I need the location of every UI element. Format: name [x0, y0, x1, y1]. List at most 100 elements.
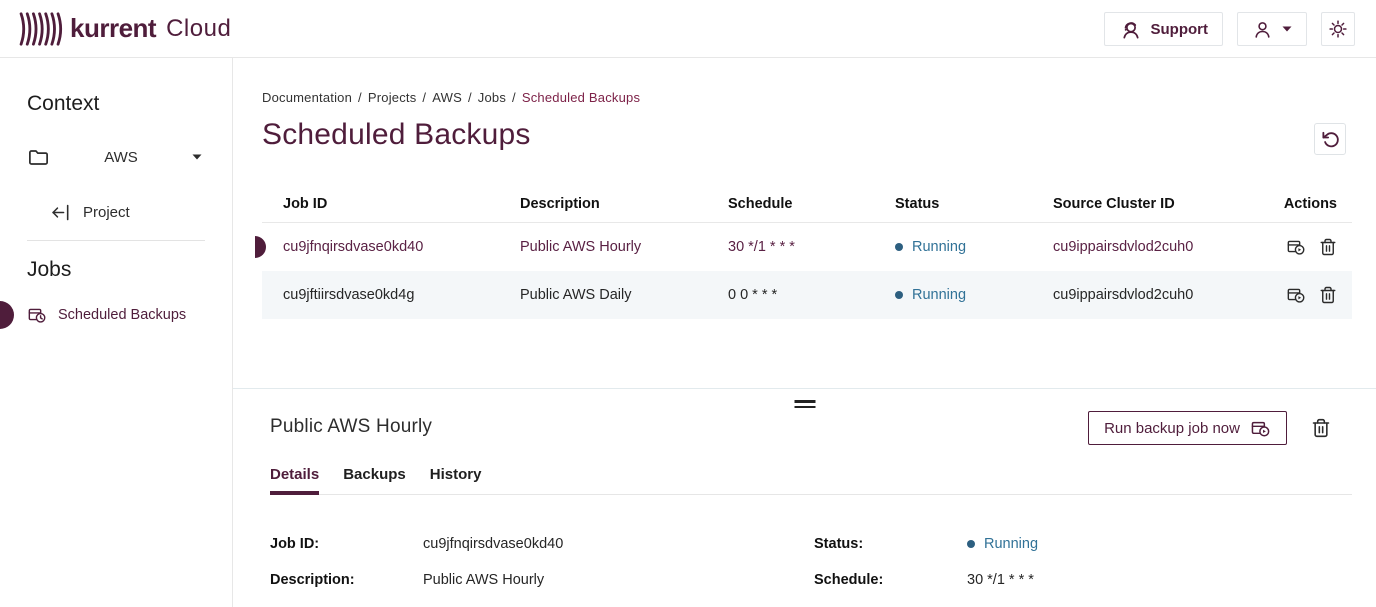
trash-icon: [1319, 238, 1337, 256]
cell-status: Running: [895, 287, 1053, 303]
table-row[interactable]: cu9jftiirsdvase0kd4g Public AWS Daily 0 …: [262, 271, 1352, 319]
status-badge: Running: [912, 287, 966, 303]
tab-history[interactable]: History: [430, 466, 482, 494]
sidebar: Context AWS Project Jobs: [0, 58, 233, 607]
schedule-label: Schedule:: [814, 572, 967, 588]
cell-job-id: cu9jftiirsdvase0kd4g: [262, 287, 520, 303]
main-content: Documentation / Projects / AWS / Jobs / …: [233, 58, 1376, 607]
breadcrumb-separator: /: [512, 90, 516, 105]
trash-icon: [1319, 286, 1337, 304]
theme-toggle-button[interactable]: [1321, 12, 1355, 46]
job-id-label: Job ID:: [270, 536, 423, 552]
delete-job-button[interactable]: [1319, 238, 1337, 256]
user-icon: [1252, 19, 1273, 40]
status-value: Running: [967, 536, 1352, 552]
delete-job-button[interactable]: [1311, 418, 1331, 438]
detail-fields: Job ID: cu9jfnqirsdvase0kd40 Status: Run…: [270, 536, 1352, 588]
table-header-row: Job ID Description Schedule Status Sourc…: [262, 185, 1352, 223]
rotate-ccw-icon: [1321, 130, 1340, 149]
cell-status: Running: [895, 239, 1053, 255]
sound-waves-icon: [18, 11, 64, 47]
table-row[interactable]: cu9jfnqirsdvase0kd40 Public AWS Hourly 3…: [262, 223, 1352, 271]
column-header-schedule: Schedule: [728, 196, 895, 212]
delete-job-button[interactable]: [1319, 286, 1337, 304]
project-label: Project: [83, 204, 130, 221]
sidebar-item-scheduled-backups[interactable]: Scheduled Backups: [0, 300, 232, 330]
breadcrumb-separator: /: [358, 90, 362, 105]
breadcrumb: Documentation / Projects / AWS / Jobs / …: [262, 90, 640, 105]
chevron-down-icon: [192, 154, 202, 160]
context-heading: Context: [27, 92, 99, 116]
breadcrumb-documentation[interactable]: Documentation: [262, 90, 352, 105]
column-header-description: Description: [520, 196, 728, 212]
refresh-button[interactable]: [1314, 123, 1346, 155]
jobs-heading: Jobs: [27, 258, 71, 282]
job-id-value: cu9jfnqirsdvase0kd40: [423, 536, 814, 552]
breadcrumb-projects[interactable]: Projects: [368, 90, 417, 105]
description-label: Description:: [270, 572, 423, 588]
run-backup-job-now-button[interactable]: Run backup job now: [1088, 411, 1287, 445]
status-label: Status:: [814, 536, 967, 552]
status-dot: [895, 243, 903, 251]
cell-source-cluster-id: cu9ippairsdvlod2cuh0: [1053, 287, 1271, 303]
panel-resize-handle[interactable]: [790, 398, 819, 410]
column-header-job-id: Job ID: [262, 196, 520, 212]
trash-icon: [1311, 418, 1331, 438]
breadcrumb-aws[interactable]: AWS: [432, 90, 462, 105]
cell-description: Public AWS Hourly: [520, 239, 728, 255]
scheduled-backups-label: Scheduled Backups: [58, 307, 186, 323]
brand-name: kurrent: [70, 13, 156, 44]
backup-play-icon: [1286, 285, 1306, 305]
brand-logo[interactable]: kurrent Cloud: [18, 11, 231, 47]
active-item-indicator: [0, 301, 14, 329]
backup-play-icon: [1286, 237, 1306, 257]
detail-tabs: Details Backups History: [270, 466, 1352, 495]
run-backup-now-icon-button[interactable]: [1286, 237, 1306, 257]
sidebar-divider: [27, 240, 205, 241]
headset-agent-icon: [1119, 18, 1142, 41]
column-header-actions: Actions: [1271, 196, 1352, 212]
account-menu-button[interactable]: [1237, 12, 1307, 46]
breadcrumb-separator: /: [468, 90, 472, 105]
schedule-value: 30 */1 * * *: [967, 572, 1352, 588]
status-badge: Running: [984, 536, 1038, 552]
tab-backups[interactable]: Backups: [343, 466, 406, 494]
tab-details[interactable]: Details: [270, 466, 319, 494]
detail-panel-title: Public AWS Hourly: [270, 416, 432, 438]
cell-job-id: cu9jfnqirsdvase0kd40: [262, 239, 520, 255]
cell-actions: [1271, 285, 1352, 305]
column-header-source-cluster-id: Source Cluster ID: [1053, 196, 1271, 212]
run-backup-now-icon-button[interactable]: [1286, 285, 1306, 305]
folder-icon: [27, 146, 50, 169]
sidebar-item-project[interactable]: Project: [0, 198, 232, 226]
status-dot: [895, 291, 903, 299]
panel-divider: [233, 388, 1376, 389]
breadcrumb-current: Scheduled Backups: [522, 90, 640, 105]
sun-icon: [1328, 19, 1348, 39]
cell-schedule: 30 */1 * * *: [728, 239, 895, 255]
page-title: Scheduled Backups: [262, 118, 531, 152]
scheduled-backups-table: Job ID Description Schedule Status Sourc…: [262, 185, 1352, 319]
selected-row-marker: [255, 236, 266, 258]
backup-clock-icon: [27, 305, 47, 325]
cell-description: Public AWS Daily: [520, 287, 728, 303]
cell-schedule: 0 0 * * *: [728, 287, 895, 303]
exit-left-icon: [50, 202, 71, 223]
brand-suffix: Cloud: [166, 15, 231, 43]
header-actions: Support: [1104, 12, 1356, 46]
chevron-down-icon: [1282, 26, 1292, 32]
status-dot: [967, 540, 975, 548]
cell-source-cluster-id: cu9ippairsdvlod2cuh0: [1053, 239, 1271, 255]
backup-play-icon: [1250, 418, 1271, 439]
app-header: kurrent Cloud Support: [0, 0, 1376, 58]
context-project-select[interactable]: AWS: [0, 142, 232, 172]
context-value: AWS: [50, 149, 192, 166]
cell-actions: [1271, 237, 1352, 257]
breadcrumb-separator: /: [422, 90, 426, 105]
status-badge: Running: [912, 239, 966, 255]
description-value: Public AWS Hourly: [423, 572, 814, 588]
support-button[interactable]: Support: [1104, 12, 1224, 46]
breadcrumb-jobs[interactable]: Jobs: [478, 90, 506, 105]
support-label: Support: [1151, 21, 1209, 38]
column-header-status: Status: [895, 196, 1053, 212]
